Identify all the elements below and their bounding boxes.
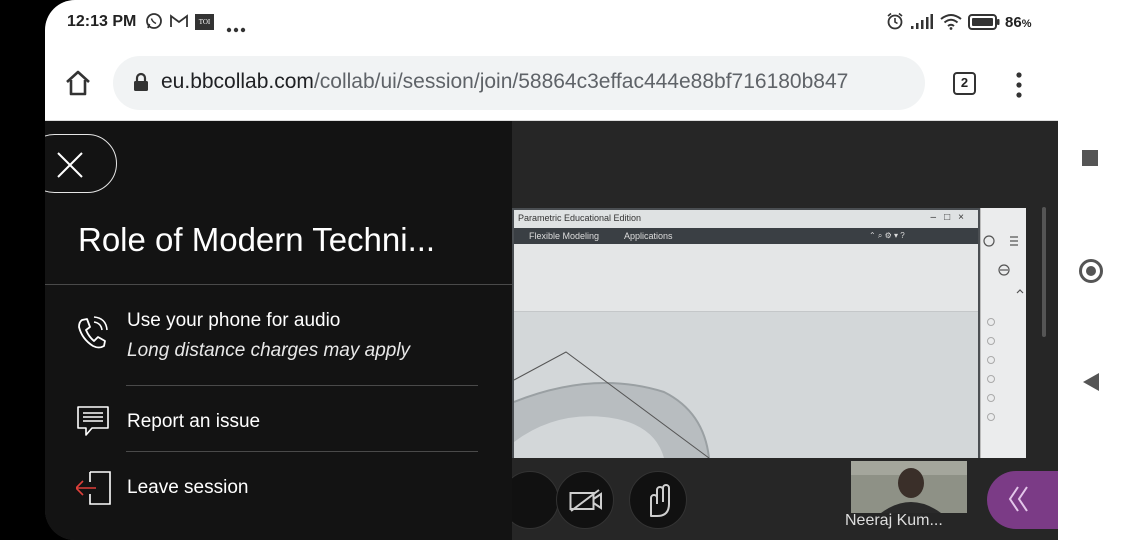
report-issue-menu-item[interactable]: Report an issue [45,387,512,451]
tab-switcher-button[interactable]: 2 [953,72,976,95]
shared-window-menubar: Flexible Modeling Applications ⌃ ⌕ ⚙ ▾ ? [514,228,978,244]
camera-off-icon [569,489,602,512]
menu-divider [126,451,478,452]
session-title: Role of Modern Techni... [78,221,436,258]
menu-divider [126,385,478,386]
phone-audio-menu-item[interactable]: Use your phone for audio Long distance c… [45,296,512,386]
home-icon [66,70,90,96]
alarm-icon [886,12,904,35]
cad-model-graphic [514,351,710,458]
participant-tile[interactable]: Neeraj Kum... [835,461,1010,540]
side-panel-icons [983,235,1024,421]
more-notifications-icon [226,20,246,38]
shared-menu-item: Flexible Modeling [529,231,600,241]
menu-item-label: Leave session [127,477,249,498]
status-time: 12:13 PM [67,13,137,30]
shared-window-canvas [514,312,978,458]
wifi-icon [940,13,962,35]
raise-hand-icon [650,484,670,517]
overflow-menu-icon [1016,72,1022,98]
gmail-icon [170,14,188,33]
window-controls-icon: –□× [930,212,972,223]
menu-item-sublabel: Long distance charges may apply [127,340,411,361]
panel-divider [45,284,512,285]
leave-session-menu-item[interactable]: Leave session [45,453,512,523]
url-path: /collab/ui/session/join/58864c3effac444e… [313,70,849,93]
session-menu-panel: Role of Modern Techni... Use your phone … [45,121,512,540]
battery-percent: 86% [1005,14,1032,31]
shared-window-title: Parametric Educational Edition [518,213,642,223]
lock-icon [133,72,149,97]
signal-icon [911,14,933,34]
battery-icon [968,14,1000,35]
participant-name: Neeraj Kum... [845,512,943,529]
home-nav-icon [1086,266,1096,276]
menu-item-label: Use your phone for audio [127,310,341,331]
home-nav-button[interactable] [1079,259,1103,283]
participant-avatar [851,461,967,513]
camera-off-button[interactable] [556,471,614,529]
close-icon [57,152,83,178]
participant-video [851,461,967,513]
open-collaborate-panel-button[interactable] [987,471,1058,529]
close-session-menu-button[interactable] [45,134,117,193]
shared-application-window: Parametric Educational Edition –□× Flexi… [512,208,980,458]
raise-hand-button[interactable] [629,471,687,529]
url-text: eu.bbcollab.com/collab/ui/session/join/5… [161,70,913,94]
toi-icon: TOI [195,14,214,30]
status-bar: 12:13 PM TOI 86% [45,0,1058,46]
phone-screen: 12:13 PM TOI 86% eu.bbcollab.com/collab/… [45,0,1058,540]
phone-icon [76,316,108,355]
home-button[interactable] [63,68,93,98]
shared-menu-item: Applications [624,231,673,241]
recents-button[interactable] [1082,150,1098,166]
browser-menu-button[interactable] [1011,70,1027,100]
shared-window-titlebar: Parametric Educational Edition –□× [514,210,978,228]
url-host: eu.bbcollab.com [161,70,314,93]
leave-session-icon [74,470,112,511]
back-triangle-icon [1083,373,1099,391]
ribbon-controls-icon: ⌃ ⌕ ⚙ ▾ ? [869,231,905,240]
double-chevron-left-icon [1008,486,1028,512]
shared-window-ribbon [514,244,978,312]
url-field[interactable]: eu.bbcollab.com/collab/ui/session/join/5… [113,56,925,110]
left-bezel [0,0,45,540]
report-issue-icon [76,405,110,442]
whatsapp-icon [145,12,163,35]
menu-item-label: Report an issue [127,411,261,432]
browser-toolbar: eu.bbcollab.com/collab/ui/session/join/5… [45,46,1058,121]
android-nav-bar [1058,0,1123,540]
back-button[interactable] [1082,372,1100,397]
shared-window-side-panel [980,208,1026,458]
stage-scrollbar[interactable] [1042,207,1046,337]
